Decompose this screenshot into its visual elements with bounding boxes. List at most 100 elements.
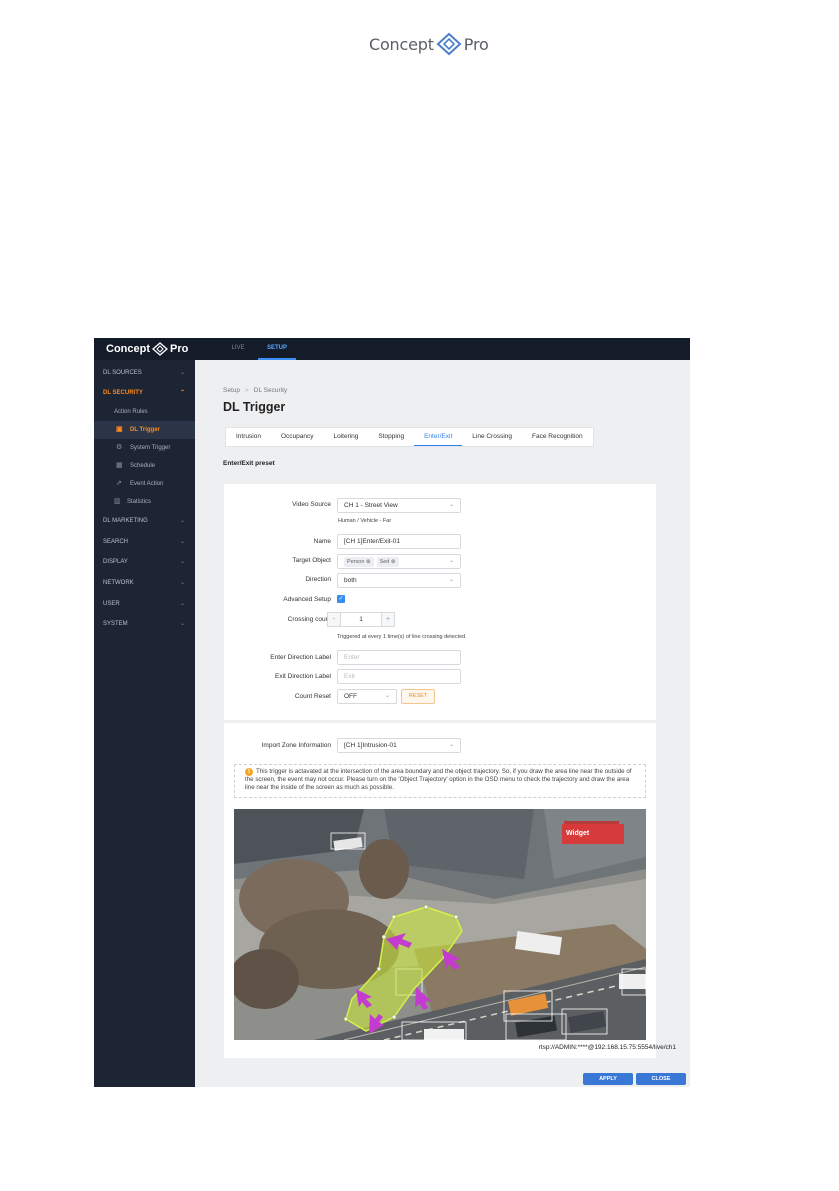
- name-value: [CH 1]Enter/Exit-01: [344, 538, 400, 545]
- page-title: DL Trigger: [223, 400, 286, 414]
- name-label: Name: [313, 538, 331, 545]
- direction-value: both: [344, 577, 357, 584]
- chevron-down-icon: ⌄: [179, 559, 185, 565]
- video-source-hint: Human / Vehicle - Far: [338, 518, 392, 524]
- name-input[interactable]: [CH 1]Enter/Exit-01: [337, 534, 461, 549]
- page-logo-brand: Concept: [369, 34, 434, 54]
- exit-direction-input[interactable]: Exit: [337, 669, 461, 684]
- tab-loitering[interactable]: Loitering: [323, 428, 368, 446]
- breadcrumb-item[interactable]: Setup: [223, 387, 240, 394]
- chevron-down-icon: ⌄: [448, 577, 454, 583]
- zone-panel: Import Zone Information [CH 1]Intrusion-…: [224, 723, 676, 1058]
- sidebar-group-action-rules: Action Rules: [94, 403, 195, 421]
- sidebar-item-system[interactable]: SYSTEM ⌄: [94, 614, 195, 634]
- page-logo: Concept Pro: [369, 32, 489, 56]
- enter-label: Enter Direction Label: [270, 654, 331, 661]
- crossing-hint: Triggered at every 1 time(s) of line cro…: [337, 634, 467, 640]
- stream-url: rtsp://ADMIN:****@192.168.15.75:5554/liv…: [538, 1044, 676, 1051]
- bar-chart-icon: ▥: [114, 498, 121, 505]
- sidebar-item-event-action[interactable]: ⇗ Event Action: [94, 475, 195, 493]
- notice-text: This trigger is actavated at the interse…: [245, 768, 632, 792]
- video-source-label: Video Source: [292, 501, 331, 508]
- target-chip-person[interactable]: Person ⊗: [344, 557, 374, 567]
- chevron-down-icon: ⌄: [179, 518, 185, 524]
- chevron-down-icon: ⌄: [179, 621, 185, 627]
- import-zone-select[interactable]: [CH 1]Intrusion-01 ⌄: [337, 738, 461, 753]
- breadcrumb-separator: >: [245, 387, 249, 394]
- sidebar-item-label: SYSTEM: [103, 621, 128, 627]
- tab-setup[interactable]: SETUP: [258, 338, 296, 360]
- rule-tabs: Intrusion Occupancy Loitering Stopping E…: [225, 427, 594, 447]
- sidebar-item-dl-trigger[interactable]: ▣ DL Trigger: [94, 421, 195, 439]
- advanced-setup-checkbox[interactable]: ✓: [337, 595, 345, 603]
- tab-line-crossing[interactable]: Line Crossing: [462, 428, 522, 446]
- sidebar-item-network[interactable]: NETWORK ⌄: [94, 573, 195, 593]
- sidebar-item-dl-marketing[interactable]: DL MARKETING ⌄: [94, 511, 195, 531]
- crossing-decrement-button[interactable]: -: [327, 612, 341, 627]
- target-chip-vehicle[interactable]: Sed ⊗: [376, 557, 399, 567]
- crossing-count-label: Crossing count: [287, 616, 331, 623]
- count-reset-label: Count Reset: [294, 693, 331, 700]
- app-logo-brand: Concept: [106, 343, 150, 355]
- chevron-down-icon: ⌄: [384, 693, 390, 699]
- target-object-select[interactable]: Person ⊗ Sed ⊗ ⌄: [337, 554, 461, 569]
- sidebar-item-label: USER: [103, 601, 120, 607]
- sidebar-group-label: Action Rules: [114, 409, 148, 415]
- sidebar-item-dl-sources[interactable]: DL SOURCES ⌄: [94, 363, 195, 383]
- app-logo-suffix: Pro: [170, 343, 189, 355]
- enter-placeholder: Enter: [344, 654, 360, 661]
- gear-icon: ⚙: [116, 444, 123, 451]
- chevron-down-icon: ⌄: [448, 502, 454, 508]
- notice-box: ! This trigger is actavated at the inters…: [234, 764, 646, 798]
- camera-view[interactable]: Widget: [234, 809, 646, 1040]
- tab-live[interactable]: LIVE: [230, 338, 246, 360]
- tab-enter-exit[interactable]: Enter/Exit: [414, 428, 463, 446]
- crossing-increment-button[interactable]: +: [381, 612, 395, 627]
- tab-stopping[interactable]: Stopping: [368, 428, 414, 446]
- sidebar-item-label: Schedule: [130, 463, 156, 469]
- apply-button[interactable]: APPLY: [583, 1073, 633, 1085]
- sidebar-item-label: DL Trigger: [130, 427, 160, 433]
- breadcrumb: Setup > DL Security: [223, 387, 287, 394]
- tab-intrusion[interactable]: Intrusion: [226, 428, 271, 446]
- widget-overlay[interactable]: Widget: [562, 824, 624, 844]
- calendar-icon: ▦: [116, 462, 123, 469]
- sidebar-item-statistics[interactable]: ▥ Statistics: [94, 493, 195, 511]
- sidebar-item-label: Event Action: [130, 481, 164, 487]
- sidebar-item-schedule[interactable]: ▦ Schedule: [94, 457, 195, 475]
- advanced-setup-label: Advanced Setup: [283, 596, 331, 603]
- enter-direction-input[interactable]: Enter: [337, 650, 461, 665]
- sidebar-item-search[interactable]: SEARCH ⌄: [94, 532, 195, 552]
- sidebar-item-label: DL SOURCES: [103, 370, 142, 376]
- chevron-down-icon: ⌄: [179, 601, 185, 607]
- count-reset-select[interactable]: OFF ⌄: [337, 689, 397, 704]
- chevron-down-icon: ⌄: [179, 539, 185, 545]
- tab-occupancy[interactable]: Occupancy: [271, 428, 324, 446]
- breadcrumb-item[interactable]: DL Security: [254, 387, 287, 394]
- direction-label: Direction: [305, 576, 331, 583]
- sidebar-item-user[interactable]: USER ⌄: [94, 594, 195, 614]
- sidebar-item-label: SEARCH: [103, 539, 129, 545]
- warning-icon: !: [245, 768, 253, 776]
- direction-select[interactable]: both ⌄: [337, 573, 461, 588]
- chevron-down-icon: ⌄: [448, 558, 454, 564]
- event-icon: ⇗: [116, 480, 122, 487]
- page-logo-suffix: Pro: [463, 34, 489, 54]
- video-source-select[interactable]: CH 1 - Street View ⌄: [337, 498, 461, 513]
- sidebar-item-system-trigger[interactable]: ⚙ System Trigger: [94, 439, 195, 457]
- sidebar-item-label: System Trigger: [130, 445, 171, 451]
- diamond-logo-icon: [152, 342, 168, 356]
- tab-face-recognition[interactable]: Face Recognition: [522, 428, 593, 446]
- exit-label: Exit Direction Label: [275, 673, 331, 680]
- sidebar-item-display[interactable]: DISPLAY ⌄: [94, 552, 195, 572]
- sidebar-item-dl-security[interactable]: DL SECURITY ⌃: [94, 383, 195, 403]
- target-object-label: Target Object: [292, 557, 331, 564]
- count-reset-value: OFF: [344, 693, 357, 700]
- preset-title: Enter/Exit preset: [223, 460, 275, 467]
- sidebar-item-label: NETWORK: [103, 580, 134, 586]
- crossing-count-value[interactable]: 1: [341, 612, 381, 627]
- sidebar-item-label: DISPLAY: [103, 559, 128, 565]
- reset-button[interactable]: RESET: [401, 689, 435, 704]
- video-source-value: CH 1 - Street View: [344, 502, 398, 509]
- close-button[interactable]: CLOSE: [636, 1073, 686, 1085]
